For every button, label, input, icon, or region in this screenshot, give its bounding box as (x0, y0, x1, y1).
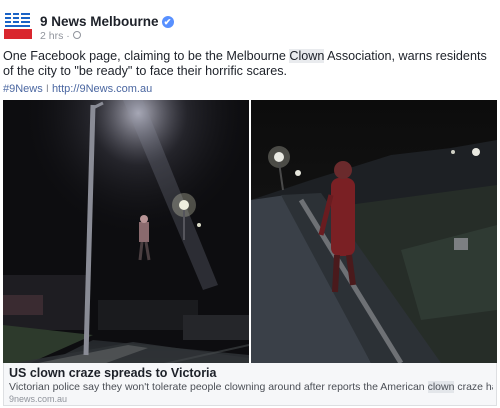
post-meta: 2 hrs · (40, 30, 81, 42)
post-text-highlight: Clown (289, 49, 325, 63)
page-name-row: 9 News Melbourne ✔ (40, 14, 174, 29)
card-desc-highlight: clown (427, 381, 455, 393)
night-clown-photo-icon (251, 100, 497, 363)
globe-icon[interactable] (72, 31, 81, 39)
card-domain: 9news.com.au (9, 394, 68, 404)
post-header: 9 News Melbourne ✔ 2 hrs · (3, 10, 497, 42)
nine-news-logo-icon (3, 10, 33, 40)
hashtag-link[interactable]: #9News (3, 83, 43, 95)
nine-news-logo[interactable] (3, 10, 33, 40)
post-text-before: One Facebook page, claiming to be the Me… (3, 49, 290, 63)
link-separator: I (45, 83, 49, 95)
photo-left[interactable] (3, 100, 249, 363)
photo-area[interactable] (3, 100, 497, 363)
card-desc-after: craze has spread to A... (457, 381, 493, 393)
photo-right[interactable] (251, 100, 497, 363)
link-preview-card[interactable]: US clown craze spreads to Victoria Victo… (3, 363, 497, 406)
night-street-photo-icon (3, 100, 249, 363)
meta-separator: · (66, 30, 70, 42)
card-desc-before: Victorian police say they won't tolerate… (9, 381, 428, 393)
post-text: One Facebook page, claiming to be the Me… (3, 49, 497, 79)
card-title[interactable]: US clown craze spreads to Victoria (9, 366, 216, 380)
post-links: #9News I http://9News.com.au (3, 83, 152, 95)
post-timestamp[interactable]: 2 hrs (40, 30, 63, 42)
facebook-post: 9 News Melbourne ✔ 2 hrs · One Facebook p… (0, 0, 500, 408)
website-link[interactable]: http://9News.com.au (52, 83, 152, 95)
card-description: Victorian police say they won't tolerate… (9, 381, 493, 393)
page-name-link[interactable]: 9 News Melbourne (40, 14, 159, 29)
verified-badge-icon: ✔ (161, 16, 174, 28)
